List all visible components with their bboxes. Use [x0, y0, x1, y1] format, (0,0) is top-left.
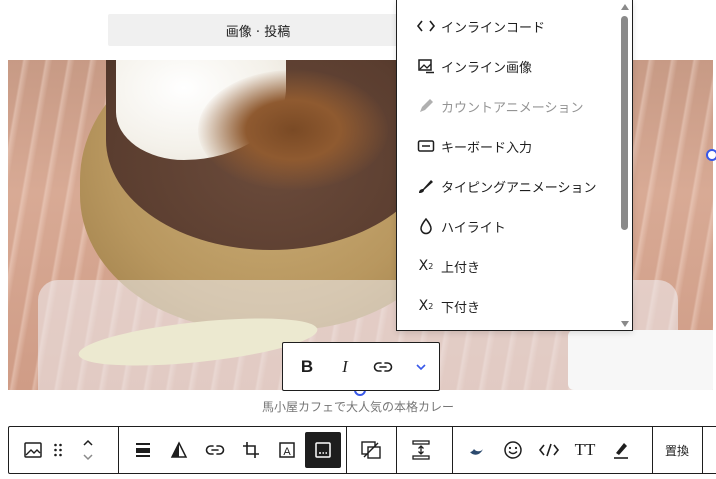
menu-item-label: カウントアニメーション	[441, 100, 584, 116]
photo-cup	[568, 330, 713, 390]
marker-button[interactable]	[603, 432, 639, 468]
image-swap-icon	[361, 441, 381, 459]
menu-item-inline-code[interactable]: インラインコード	[397, 6, 619, 46]
move-up-down-button[interactable]	[75, 432, 101, 468]
crop-button[interactable]	[233, 432, 269, 468]
toolbar-divider	[118, 427, 119, 473]
chevron-down-icon	[416, 363, 426, 370]
menu-item-highlight[interactable]: ハイライト	[397, 206, 619, 246]
more-formats-button[interactable]	[403, 349, 439, 385]
menu-item-label: キーボード入力	[441, 140, 533, 156]
caption-icon	[315, 442, 331, 458]
inline-format-toolbar: B I	[282, 342, 440, 391]
italic-button[interactable]: I	[327, 349, 363, 385]
link-button[interactable]	[365, 349, 401, 385]
smiley-icon	[504, 441, 522, 459]
crop-icon	[243, 442, 259, 458]
menu-item-label: 上付き	[441, 260, 481, 276]
format-dropdown-menu: インラインコード インライン画像 カウントアニメーション キーボード入力 タイピ…	[396, 0, 633, 331]
inline-image-icon	[415, 55, 437, 77]
dropdown-scrollbar[interactable]	[618, 0, 632, 330]
vertical-resize-icon	[412, 440, 430, 460]
pencil-icon	[415, 95, 437, 117]
toolbar-divider	[452, 427, 453, 473]
post-title-breadcrumb[interactable]: 画像 · 投稿	[108, 14, 408, 46]
bold-button[interactable]: B	[289, 349, 325, 385]
align-center-icon	[136, 443, 150, 457]
svg-text:A: A	[283, 446, 291, 458]
duotone-button[interactable]	[161, 432, 197, 468]
italic-label: I	[342, 356, 348, 376]
html-code-button[interactable]	[531, 432, 567, 468]
text-overlay-icon: A	[279, 442, 295, 458]
moon-icon	[470, 449, 483, 455]
replace-button[interactable]: 置換	[657, 432, 697, 468]
code-icon	[415, 15, 437, 37]
toolbar-divider	[652, 427, 653, 473]
change-image-button[interactable]	[353, 432, 389, 468]
keyboard-icon	[415, 135, 437, 157]
menu-item-subscript[interactable]: X2 下付き	[397, 286, 619, 326]
droplet-icon	[415, 215, 437, 237]
moon-plugin-button[interactable]	[459, 432, 495, 468]
image-caption[interactable]: 馬小屋カフェで大人気の本格カレー	[0, 398, 716, 415]
code-slash-icon	[538, 443, 560, 457]
scroll-up-arrow-icon[interactable]	[621, 4, 629, 10]
block-toolbar: A TT 置換	[8, 426, 716, 474]
caption-toggle-button[interactable]	[305, 432, 341, 468]
menu-item-label: インライン画像	[441, 60, 533, 76]
scrollbar-thumb[interactable]	[621, 16, 628, 230]
toolbar-divider	[396, 427, 397, 473]
menu-item-keyboard-input[interactable]: キーボード入力	[397, 126, 619, 166]
duotone-icon	[170, 441, 188, 458]
text-size-icon: TT	[574, 440, 596, 459]
bold-label: B	[300, 356, 314, 376]
menu-item-typing-animation[interactable]: タイピングアニメーション	[397, 166, 619, 206]
link-icon	[205, 445, 225, 455]
menu-item-superscript[interactable]: X2 上付き	[397, 246, 619, 286]
photo-topping	[198, 70, 388, 190]
marker-icon	[614, 443, 628, 459]
scroll-down-arrow-icon[interactable]	[621, 321, 629, 327]
chevron-up-down-icon	[83, 439, 93, 461]
menu-item-label: タイピングアニメーション	[441, 180, 597, 196]
menu-item-count-animation[interactable]: カウントアニメーション	[397, 86, 619, 126]
menu-item-inline-image[interactable]: インライン画像	[397, 46, 619, 86]
image-link-button[interactable]	[197, 432, 233, 468]
menu-item-label: インラインコード	[441, 20, 546, 36]
menu-item-label: ハイライト	[441, 220, 506, 236]
emoji-button[interactable]	[495, 432, 531, 468]
drag-dots-icon	[54, 443, 62, 457]
menu-item-label: 下付き	[441, 300, 481, 316]
drag-handle[interactable]	[45, 432, 71, 468]
post-title-text: 画像 · 投稿	[225, 24, 291, 40]
toolbar-divider	[702, 427, 703, 473]
brush-icon	[415, 175, 437, 197]
superscript-icon: X2	[418, 258, 434, 274]
image-height-button[interactable]	[403, 432, 439, 468]
align-button[interactable]	[125, 432, 161, 468]
text-over-image-button[interactable]: A	[269, 432, 305, 468]
toolbar-divider	[346, 427, 347, 473]
image-icon	[24, 442, 42, 458]
replace-label: 置換	[664, 443, 689, 458]
resize-handle-right[interactable]	[706, 149, 716, 161]
text-size-button[interactable]: TT	[567, 432, 603, 468]
link-icon	[373, 361, 393, 372]
subscript-icon: X2	[418, 298, 434, 314]
